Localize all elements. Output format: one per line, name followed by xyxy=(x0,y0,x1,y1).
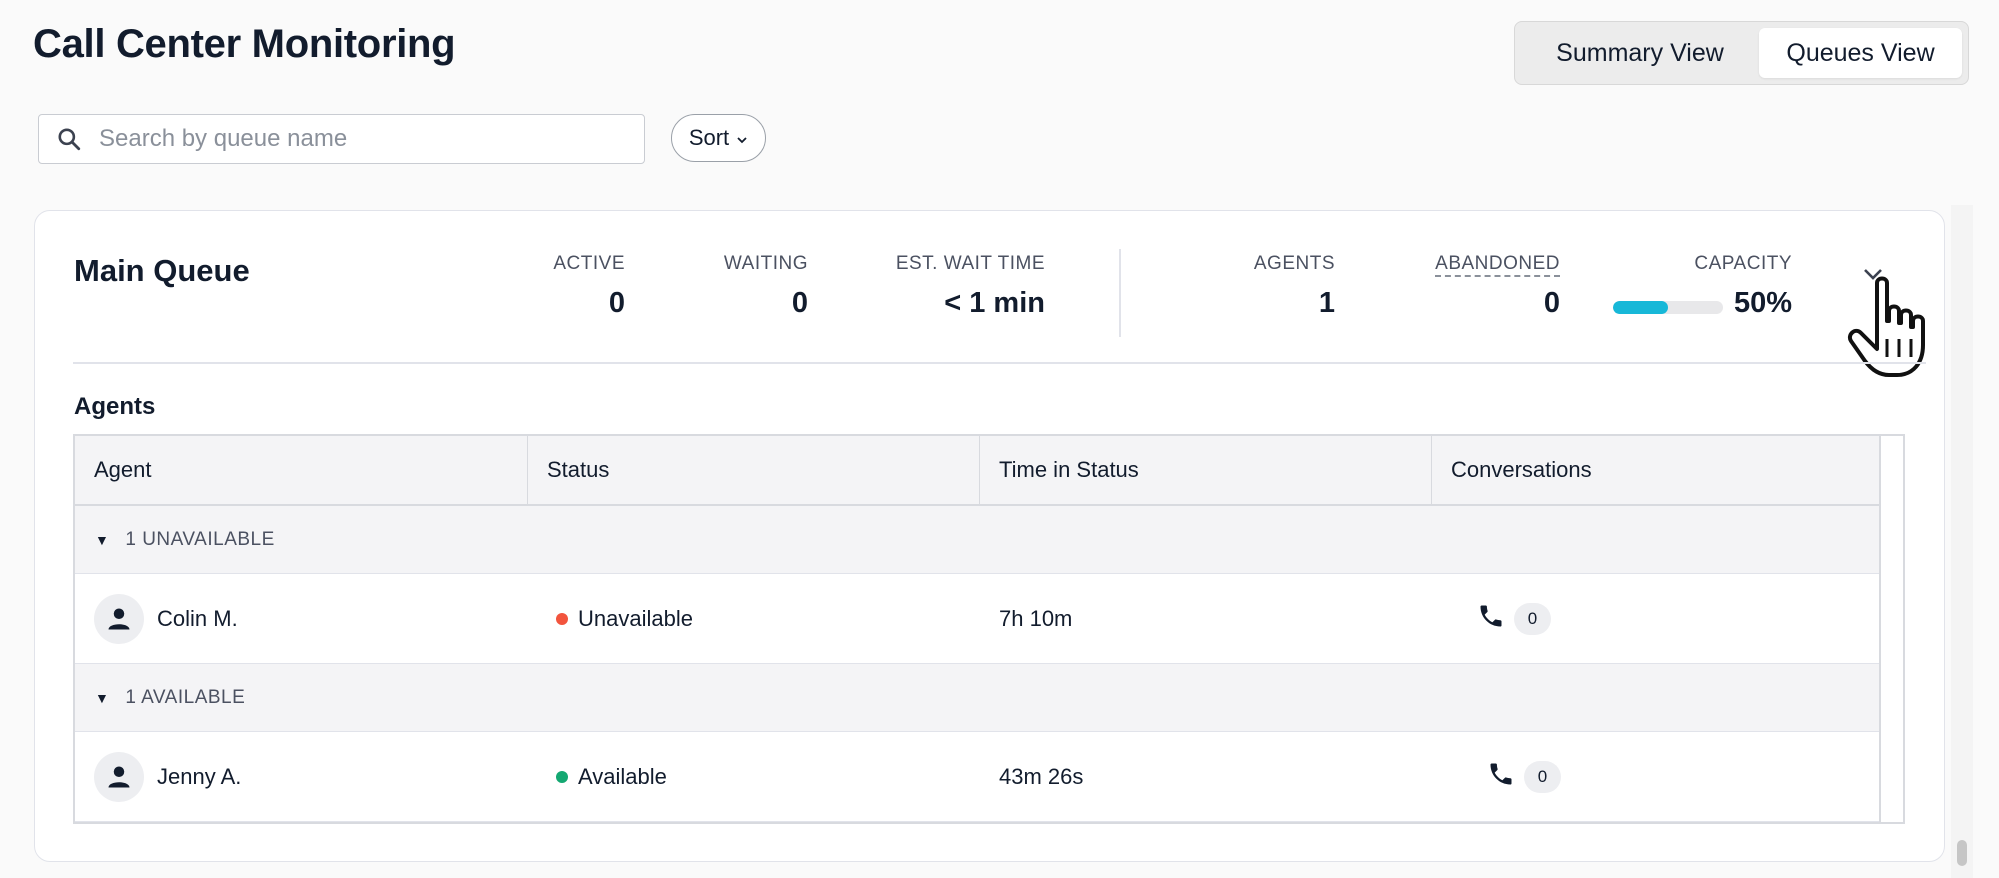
agent-cell: Colin M. xyxy=(75,593,528,644)
metric-label: AGENTS xyxy=(1253,253,1335,274)
user-icon xyxy=(108,766,130,787)
table-row[interactable]: Colin M. Unavailable 7h 10m 0 xyxy=(75,574,1883,664)
metric-est-wait: EST. WAIT TIME < 1 min xyxy=(855,253,1045,320)
view-toggle: Summary View Queues View xyxy=(1514,21,1969,85)
metric-value: 0 xyxy=(791,287,808,319)
sort-label: Sort xyxy=(688,125,730,150)
metric-active: ACTIVE 0 xyxy=(485,253,625,320)
status-dot xyxy=(556,612,568,625)
status-label: Unavailable xyxy=(578,605,693,631)
chevron-down-icon xyxy=(736,125,748,151)
queues-view-button[interactable]: Queues View xyxy=(1759,28,1962,78)
metric-value: 0 xyxy=(1543,287,1560,319)
metric-label: ACTIVE xyxy=(553,253,625,274)
agent-cell: Jenny A. xyxy=(75,751,528,802)
metric-value: < 1 min xyxy=(944,287,1045,319)
abandoned-tooltip-trigger[interactable]: ABANDONED xyxy=(1435,253,1560,277)
search-field[interactable] xyxy=(38,114,645,164)
agent-name: Colin M. xyxy=(157,605,238,631)
summary-view-button[interactable]: Summary View xyxy=(1521,28,1759,78)
metric-abandoned: ABANDONED 0 xyxy=(1375,253,1560,320)
phone-icon xyxy=(1487,760,1515,794)
metric-label: CAPACITY xyxy=(1694,253,1792,274)
group-label: 1 UNAVAILABLE xyxy=(125,528,275,550)
column-header-conversations[interactable]: Conversations xyxy=(1432,436,1883,504)
table-row[interactable]: Jenny A. Available 43m 26s 0 xyxy=(75,732,1883,822)
time-in-status-cell: 43m 26s xyxy=(999,763,1084,789)
caret-down-icon: ▼ xyxy=(95,531,110,548)
avatar xyxy=(94,593,144,644)
conversations-count-badge: 0 xyxy=(1524,760,1561,793)
group-row-unavailable[interactable]: ▼ 1 UNAVAILABLE xyxy=(75,506,1883,574)
card-divider xyxy=(73,362,1926,364)
metric-agents: AGENTS 1 xyxy=(1195,253,1335,320)
metric-value: 1 xyxy=(1318,287,1335,319)
table-header: Agent Status Time in Status Conversation… xyxy=(75,436,1903,506)
caret-down-icon: ▼ xyxy=(95,689,110,706)
avatar xyxy=(94,751,144,802)
sort-button[interactable]: Sort xyxy=(671,114,766,162)
column-header-status[interactable]: Status xyxy=(528,436,980,504)
metric-label: EST. WAIT TIME xyxy=(895,253,1045,274)
queue-name: Main Queue xyxy=(74,253,250,288)
column-header-agent[interactable]: Agent xyxy=(75,436,528,504)
status-cell: Available xyxy=(528,764,980,790)
table-scrollbar-column xyxy=(1879,436,1903,822)
search-icon xyxy=(39,126,99,152)
page-scroll-track xyxy=(1951,205,1973,878)
conversations-cell: 0 xyxy=(1432,602,1883,636)
conversations-cell: 0 xyxy=(1432,760,1883,794)
agents-heading: Agents xyxy=(74,393,156,420)
user-icon xyxy=(108,608,130,629)
metric-value: 0 xyxy=(608,287,625,319)
capacity-progress-bar xyxy=(1613,301,1723,314)
agent-name: Jenny A. xyxy=(157,763,242,789)
page-scrollbar[interactable] xyxy=(1957,840,1967,866)
metric-waiting: WAITING 0 xyxy=(668,253,808,320)
group-row-available[interactable]: ▼ 1 AVAILABLE xyxy=(75,664,1883,732)
group-label: 1 AVAILABLE xyxy=(125,686,246,708)
phone-icon xyxy=(1477,602,1505,636)
status-label: Available xyxy=(578,763,667,789)
metric-label: WAITING xyxy=(723,253,808,274)
hand-pointer-icon xyxy=(1847,275,1933,384)
time-in-status-cell: 7h 10m xyxy=(999,605,1073,631)
queue-card: Main Queue ACTIVE 0 WAITING 0 EST. WAIT … xyxy=(34,210,1945,862)
metric-divider xyxy=(1119,249,1121,337)
page-title: Call Center Monitoring xyxy=(33,22,456,66)
search-input[interactable] xyxy=(99,125,644,153)
column-header-time-in-status[interactable]: Time in Status xyxy=(980,436,1432,504)
conversations-count-badge: 0 xyxy=(1514,602,1551,635)
agents-table: Agent Status Time in Status Conversation… xyxy=(73,434,1905,824)
status-dot xyxy=(556,770,568,783)
capacity-progress-fill xyxy=(1613,301,1668,314)
status-cell: Unavailable xyxy=(528,606,980,632)
